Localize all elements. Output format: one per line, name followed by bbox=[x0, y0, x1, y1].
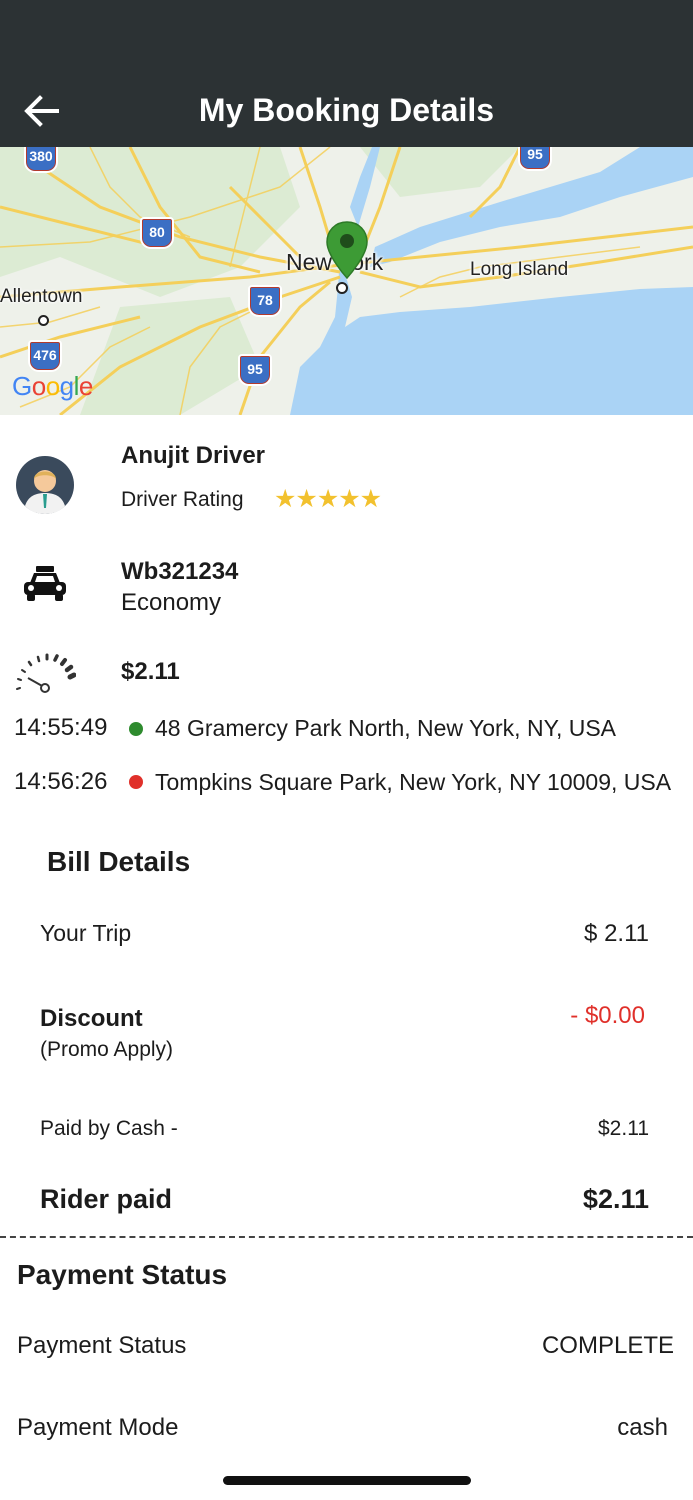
paid-by-cash-label: Paid by Cash - bbox=[40, 1117, 178, 1140]
vehicle-type: Economy bbox=[121, 589, 222, 616]
rider-paid-value: $2.11 bbox=[582, 1184, 649, 1214]
speedometer-icon bbox=[16, 653, 76, 693]
map-label-long-island: Long Island bbox=[470, 259, 569, 280]
discount-value: - $0.00 bbox=[570, 1002, 645, 1029]
driver-name: Anujit Driver bbox=[121, 442, 266, 469]
paid-by-cash-value: $2.11 bbox=[598, 1117, 649, 1140]
route-shield-95: 95 bbox=[238, 354, 272, 386]
rider-paid-label: Rider paid bbox=[40, 1184, 173, 1214]
page-title: My Booking Details bbox=[198, 92, 495, 128]
discount-subtext: (Promo Apply) bbox=[40, 1038, 174, 1061]
driver-avatar-icon bbox=[16, 456, 74, 514]
location-pin-icon[interactable] bbox=[325, 220, 369, 300]
driver-rating-label: Driver Rating bbox=[121, 488, 244, 511]
fare-amount: $2.11 bbox=[121, 658, 180, 685]
discount-label: Discount bbox=[40, 1005, 143, 1032]
dropoff-dot-icon bbox=[129, 775, 143, 789]
map-label-allentown: Allentown bbox=[0, 286, 83, 307]
payment-mode-value: cash bbox=[617, 1414, 668, 1441]
vehicle-plate: Wb321234 bbox=[121, 558, 239, 585]
your-trip-value: $ 2.11 bbox=[584, 920, 649, 947]
pickup-time: 14:55:49 bbox=[14, 714, 108, 741]
dropoff-time: 14:56:26 bbox=[14, 768, 108, 795]
bill-details-title: Bill Details bbox=[47, 846, 191, 877]
payment-status-label: Payment Status bbox=[17, 1332, 187, 1359]
driver-rating-stars: ★★★★★ bbox=[274, 485, 382, 513]
route-shield-476: 476 bbox=[28, 340, 62, 372]
pickup-dot-icon bbox=[129, 722, 143, 736]
route-shield-80: 80 bbox=[140, 217, 174, 249]
route-shield-78: 78 bbox=[248, 285, 282, 317]
home-indicator[interactable] bbox=[223, 1476, 471, 1485]
dropoff-address: Tompkins Square Park, New York, NY 10009… bbox=[155, 769, 672, 795]
payment-mode-label: Payment Mode bbox=[17, 1414, 179, 1441]
payment-status-title: Payment Status bbox=[17, 1259, 228, 1290]
pickup-address: 48 Gramercy Park North, New York, NY, US… bbox=[155, 715, 617, 741]
your-trip-label: Your Trip bbox=[40, 920, 132, 946]
allentown-marker bbox=[38, 315, 49, 326]
payment-status-value: COMPLETE bbox=[541, 1332, 674, 1359]
dashed-divider bbox=[0, 1236, 693, 1238]
google-logo: Google bbox=[12, 371, 93, 401]
taxi-car-icon bbox=[24, 566, 66, 601]
map-view[interactable]: New York Long Island Allentown 380 80 95… bbox=[0, 147, 693, 415]
app-header: My Booking Details bbox=[0, 0, 693, 147]
route-shield-380: 380 bbox=[24, 147, 58, 173]
route-shield-95-top: 95 bbox=[518, 147, 552, 171]
